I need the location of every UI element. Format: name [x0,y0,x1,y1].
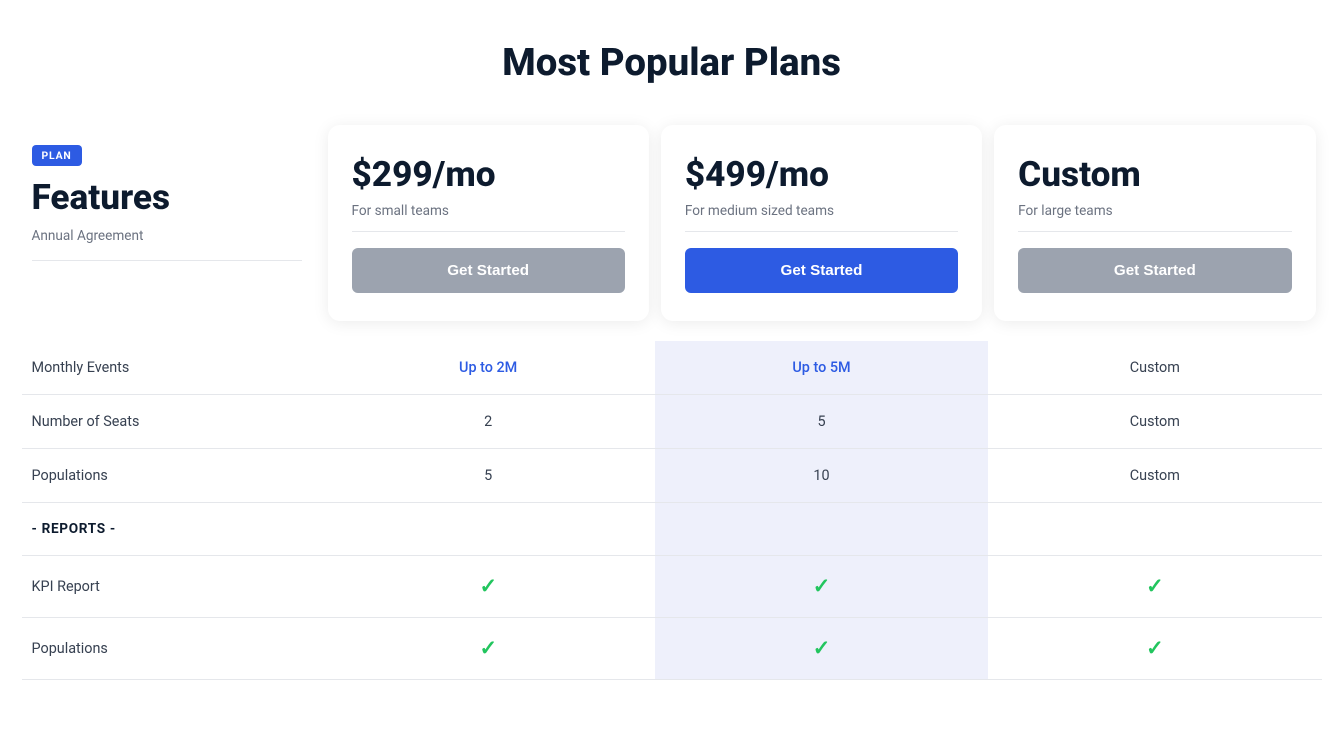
feature-value-row5-col1: ✓ [655,618,988,680]
spacer-cell [655,321,988,341]
checkmark-icon: ✓ [479,574,496,599]
plan-card-small: $299/mo For small teams Get Started [328,125,649,321]
feature-label-4: KPI Report [22,556,322,618]
feature-label-1: Number of Seats [22,395,322,449]
plan-price-small: $299/mo [352,153,625,195]
features-subtitle: Annual Agreement [32,228,302,244]
plan-divider-large [1018,231,1291,232]
feature-value-row2-col2: Custom [988,449,1321,503]
feature-value-row5-col2: ✓ [988,618,1321,680]
spacer-cell [322,321,655,341]
feature-value-row3-col1 [655,503,988,556]
spacer-cell [22,321,322,341]
checkmark-icon: ✓ [813,636,830,661]
feature-value-row0-col1: Up to 5M [655,341,988,395]
feature-value-row2-col1: 10 [655,449,988,503]
plan-price-large: Custom [1018,153,1291,195]
page-title: Most Popular Plans [502,40,841,85]
features-title: Features [32,176,302,218]
get-started-button-small[interactable]: Get Started [352,248,625,293]
plan-description-medium: For medium sized teams [685,203,958,219]
feature-value-row1-col0: 2 [322,395,655,449]
checkmark-icon: ✓ [813,574,830,599]
spacer-cell [988,321,1321,341]
features-divider [32,260,302,261]
plan-description-large: For large teams [1018,203,1291,219]
features-header: PLAN Features Annual Agreement [22,125,322,321]
feature-value-row1-col2: Custom [988,395,1321,449]
feature-value-row3-col0 [322,503,655,556]
get-started-button-large[interactable]: Get Started [1018,248,1291,293]
feature-label-3: - REPORTS - [22,503,322,556]
feature-value-row4-col1: ✓ [655,556,988,618]
plan-card-medium: $499/mo For medium sized teams Get Started [661,125,982,321]
feature-value-row5-col0: ✓ [322,618,655,680]
plan-divider-small [352,231,625,232]
feature-value-row4-col2: ✓ [988,556,1321,618]
feature-value-row1-col1: 5 [655,395,988,449]
plan-badge: PLAN [32,145,82,166]
plan-divider-medium [685,231,958,232]
plan-card-large: Custom For large teams Get Started [994,125,1315,321]
checkmark-icon: ✓ [1146,636,1163,661]
feature-label-5: Populations [22,618,322,680]
feature-label-0: Monthly Events [22,341,322,395]
checkmark-icon: ✓ [1146,574,1163,599]
feature-value-row2-col0: 5 [322,449,655,503]
plan-price-medium: $499/mo [685,153,958,195]
plans-table: PLAN Features Annual Agreement $299/mo For s… [22,125,1322,680]
feature-value-row0-col2: Custom [988,341,1321,395]
get-started-button-medium[interactable]: Get Started [685,248,958,293]
plan-description-small: For small teams [352,203,625,219]
checkmark-icon: ✓ [479,636,496,661]
feature-label-2: Populations [22,449,322,503]
feature-value-row3-col2 [988,503,1321,556]
feature-value-row4-col0: ✓ [322,556,655,618]
feature-value-row0-col0: Up to 2M [322,341,655,395]
